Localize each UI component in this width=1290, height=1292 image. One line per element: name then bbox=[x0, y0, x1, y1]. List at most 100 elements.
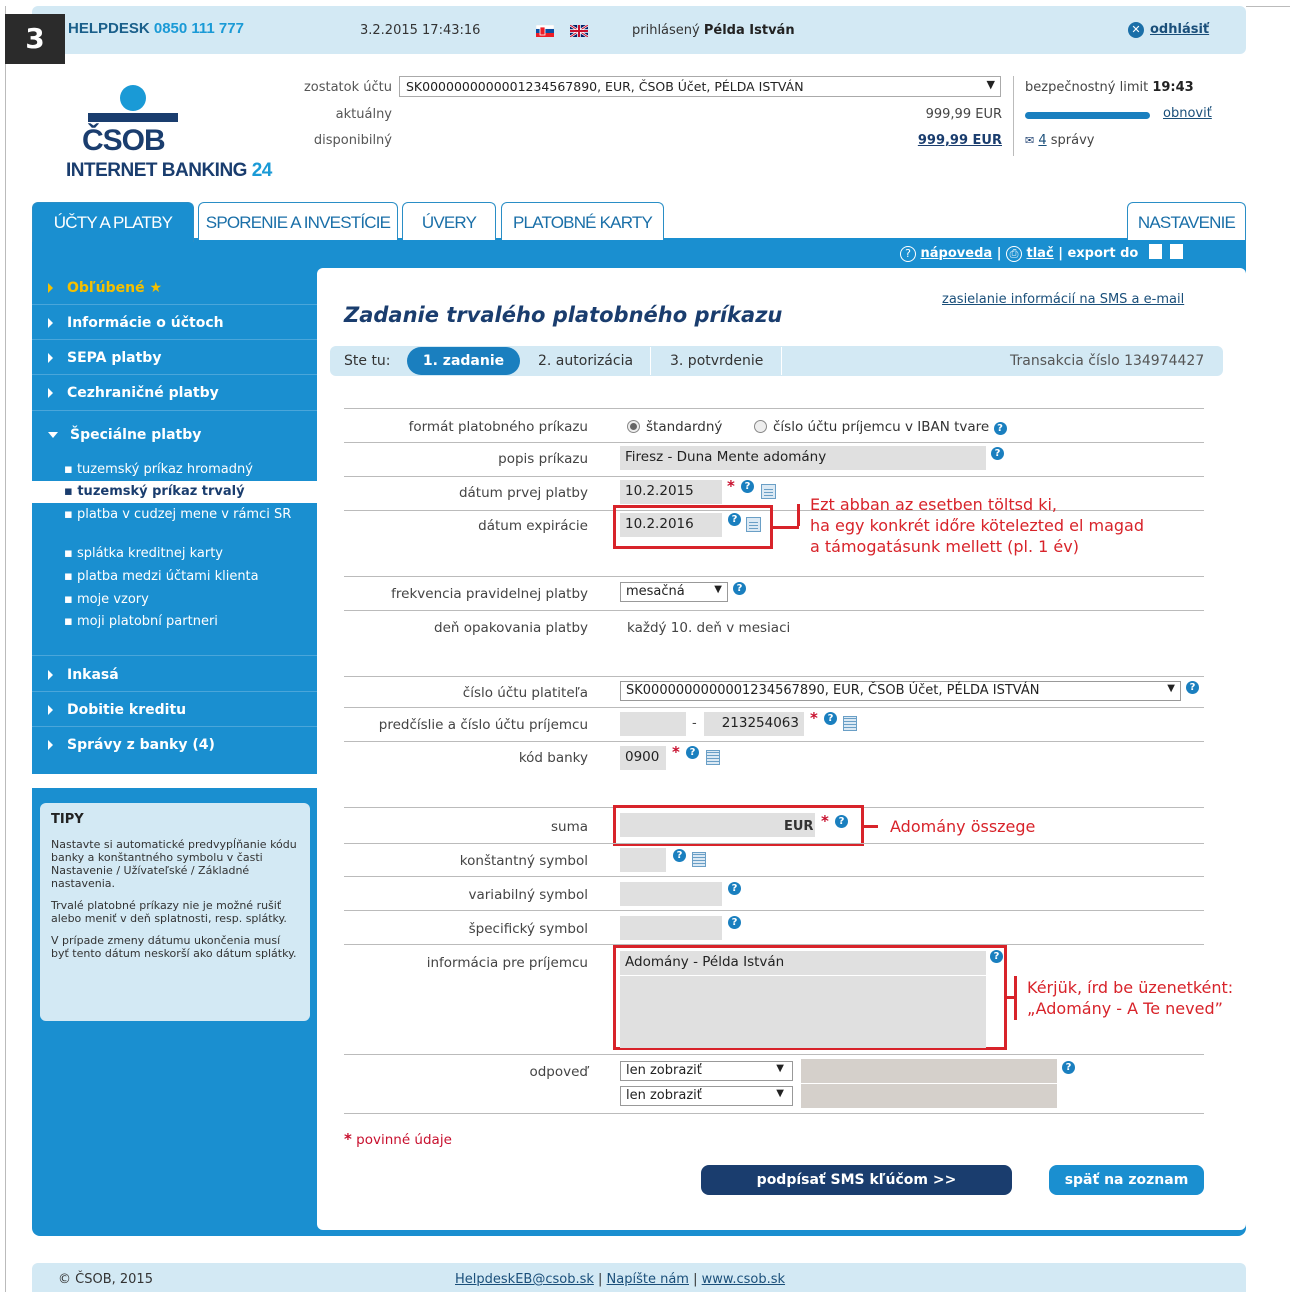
sidebar-sub-foreign[interactable]: ▪ platba v cudzej mene v rámci SR bbox=[64, 507, 304, 522]
footer-write-link[interactable]: Napíšte nám bbox=[607, 1272, 689, 1287]
help-icon[interactable]: ? bbox=[728, 882, 741, 895]
format-option-iban[interactable]: číslo účtu príjemcu v IBAN tvare ? bbox=[754, 419, 1007, 435]
help-icon[interactable]: ? bbox=[990, 950, 1003, 963]
tools-bar: ? nápoveda | ⎙ tlač | export do bbox=[900, 244, 1184, 262]
radio-unchecked[interactable] bbox=[754, 420, 767, 433]
reply-select-1[interactable]: len zobraziť ▼ bbox=[620, 1061, 793, 1081]
sidebar-item-messages[interactable]: Správy z banky (4) bbox=[48, 737, 215, 753]
help-icon[interactable]: ? bbox=[741, 480, 754, 493]
sidebar-sub-standing[interactable]: ▪ tuzemský príkaz trvalý bbox=[32, 481, 317, 503]
constant-symbol-input[interactable] bbox=[620, 848, 666, 872]
required-marker: * bbox=[810, 709, 818, 727]
logout-link[interactable]: ✕ odhlásiť bbox=[1128, 22, 1209, 38]
help-icon[interactable]: ? bbox=[991, 447, 1004, 460]
help-link[interactable]: nápoveda bbox=[921, 246, 993, 261]
reply-select-2[interactable]: len zobraziť ▼ bbox=[620, 1086, 793, 1106]
sidebar-sub-card[interactable]: ▪ splátka kreditnej karty bbox=[64, 546, 223, 561]
available-balance[interactable]: 999,99 EUR bbox=[880, 133, 1002, 148]
help-icon[interactable]: ? bbox=[733, 582, 746, 595]
info-input-1[interactable]: Adomány - Példa István bbox=[620, 951, 986, 975]
slovak-flag-icon[interactable] bbox=[535, 24, 555, 37]
payer-select[interactable]: SK0000000000001234567890, EUR, ČSOB Účet… bbox=[620, 681, 1181, 701]
calendar-icon[interactable] bbox=[761, 484, 776, 499]
tab-loans[interactable]: ÚVERY bbox=[402, 202, 496, 240]
list-icon[interactable] bbox=[706, 750, 720, 765]
divider bbox=[344, 876, 1204, 877]
payee-prefix-input[interactable] bbox=[620, 712, 686, 736]
sidebar-item-account-info[interactable]: Informácie o účtoch bbox=[48, 315, 224, 331]
sms-email-link[interactable]: zasielanie informácií na SMS a e-mail bbox=[942, 292, 1184, 307]
csob-logo-icon bbox=[88, 84, 178, 128]
tab-savings[interactable]: SPORENIE A INVESTÍCIE bbox=[198, 202, 398, 240]
sidebar-sub-label: splátka kreditnej karty bbox=[76, 546, 223, 561]
tab-cards[interactable]: PLATOBNÉ KARTY bbox=[501, 202, 664, 240]
footer-email-link[interactable]: HelpdeskEB@csob.sk bbox=[455, 1272, 594, 1287]
uk-flag-icon[interactable] bbox=[569, 24, 589, 38]
helpdesk-number: 0850 111 777 bbox=[153, 20, 244, 37]
sidebar-item-collections[interactable]: Inkasá bbox=[48, 667, 119, 683]
description-input[interactable]: Firesz - Duna Mente adomány bbox=[620, 446, 986, 470]
reply-input-1[interactable] bbox=[801, 1059, 1057, 1083]
help-icon[interactable]: ? bbox=[835, 815, 848, 828]
sidebar-sub-label: platba medzi účtami klienta bbox=[76, 569, 259, 584]
sidebar-sub-between[interactable]: ▪ platba medzi účtami klienta bbox=[64, 569, 259, 584]
frequency-label: frekvencia pravidelnej platby bbox=[391, 586, 588, 602]
helpdesk-label: HELPDESK bbox=[68, 20, 150, 37]
close-icon: ✕ bbox=[1128, 22, 1144, 38]
reply-input-2[interactable] bbox=[801, 1084, 1057, 1108]
frequency-select[interactable]: mesačná ▼ bbox=[620, 582, 728, 602]
calendar-icon[interactable] bbox=[746, 517, 761, 532]
sidebar-item-crossborder[interactable]: Cezhraničné platby bbox=[48, 385, 219, 401]
help-icon[interactable]: ? bbox=[993, 422, 1007, 435]
specific-symbol-input[interactable] bbox=[620, 916, 722, 940]
sidebar-item-label: Správy z banky (4) bbox=[67, 737, 215, 753]
sidebar-sub-templates[interactable]: ▪ moje vzory bbox=[64, 592, 149, 607]
help-icon[interactable]: ? bbox=[728, 916, 741, 929]
help-icon[interactable]: ? bbox=[673, 849, 686, 862]
radio-checked[interactable] bbox=[627, 420, 640, 433]
logo-sub-text: INTERNET BANKING bbox=[66, 160, 247, 181]
page-border-left bbox=[5, 6, 6, 1292]
description-label: popis príkazu bbox=[498, 451, 588, 467]
refresh-link[interactable]: obnoviť bbox=[1163, 106, 1212, 121]
info-input-2[interactable] bbox=[620, 976, 986, 1000]
info-input-4[interactable] bbox=[620, 1024, 986, 1048]
expiry-input[interactable]: 10.2.2016 bbox=[620, 513, 722, 537]
step-divider bbox=[781, 347, 782, 375]
tips-paragraph: Nastavte si automatické predvypĺňanie kó… bbox=[51, 838, 297, 890]
annotation-line bbox=[1014, 976, 1017, 1020]
account-select[interactable]: SK0000000000001234567890, EUR, ČSOB Účet… bbox=[399, 76, 1001, 97]
list-icon[interactable] bbox=[843, 716, 857, 731]
messages-link[interactable]: ✉ 4 správy bbox=[1025, 133, 1095, 148]
list-icon[interactable] bbox=[692, 852, 706, 867]
sidebar-sub-partners[interactable]: ▪ moji platobní partneri bbox=[64, 614, 218, 629]
tab-settings[interactable]: NASTAVENIE bbox=[1127, 202, 1246, 240]
footer-web-link[interactable]: www.csob.sk bbox=[702, 1272, 785, 1287]
bank-code-input[interactable]: 0900 bbox=[620, 746, 666, 770]
help-icon[interactable]: ? bbox=[824, 712, 837, 725]
help-icon[interactable]: ? bbox=[728, 513, 741, 526]
payee-number-input[interactable]: 213254063 bbox=[704, 712, 804, 736]
slk-export-icon[interactable] bbox=[1170, 244, 1184, 259]
available-label: disponibilný bbox=[313, 133, 392, 148]
variable-symbol-input[interactable] bbox=[620, 882, 722, 906]
help-icon[interactable]: ? bbox=[686, 746, 699, 759]
sign-sms-button[interactable]: podpísať SMS kľúčom >> bbox=[701, 1165, 1012, 1195]
sidebar-sub-bulk[interactable]: ▪ tuzemský príkaz hromadný bbox=[64, 462, 253, 477]
format-option-standard[interactable]: štandardný bbox=[627, 419, 722, 435]
tab-accounts[interactable]: ÚČTY A PLATBY bbox=[32, 202, 194, 242]
sidebar-favorites[interactable]: Obľúbené ★ bbox=[48, 280, 162, 296]
step-divider bbox=[650, 347, 651, 375]
back-to-list-button[interactable]: späť na zoznam bbox=[1049, 1165, 1204, 1195]
print-link[interactable]: tlač bbox=[1027, 246, 1054, 261]
sidebar-item-special[interactable]: Špeciálne platby bbox=[48, 427, 201, 443]
txt-export-icon[interactable] bbox=[1148, 244, 1162, 259]
help-icon[interactable]: ? bbox=[1186, 681, 1199, 694]
specific-symbol-label: špecifický symbol bbox=[468, 921, 588, 937]
info-input-3[interactable] bbox=[620, 1000, 986, 1024]
sidebar-item-topup[interactable]: Dobitie kreditu bbox=[48, 702, 186, 718]
help-icon[interactable]: ? bbox=[1062, 1061, 1075, 1074]
sidebar-item-sepa[interactable]: SEPA platby bbox=[48, 350, 161, 366]
arrow-down-icon bbox=[48, 432, 58, 438]
first-date-input[interactable]: 10.2.2015 bbox=[620, 480, 722, 504]
